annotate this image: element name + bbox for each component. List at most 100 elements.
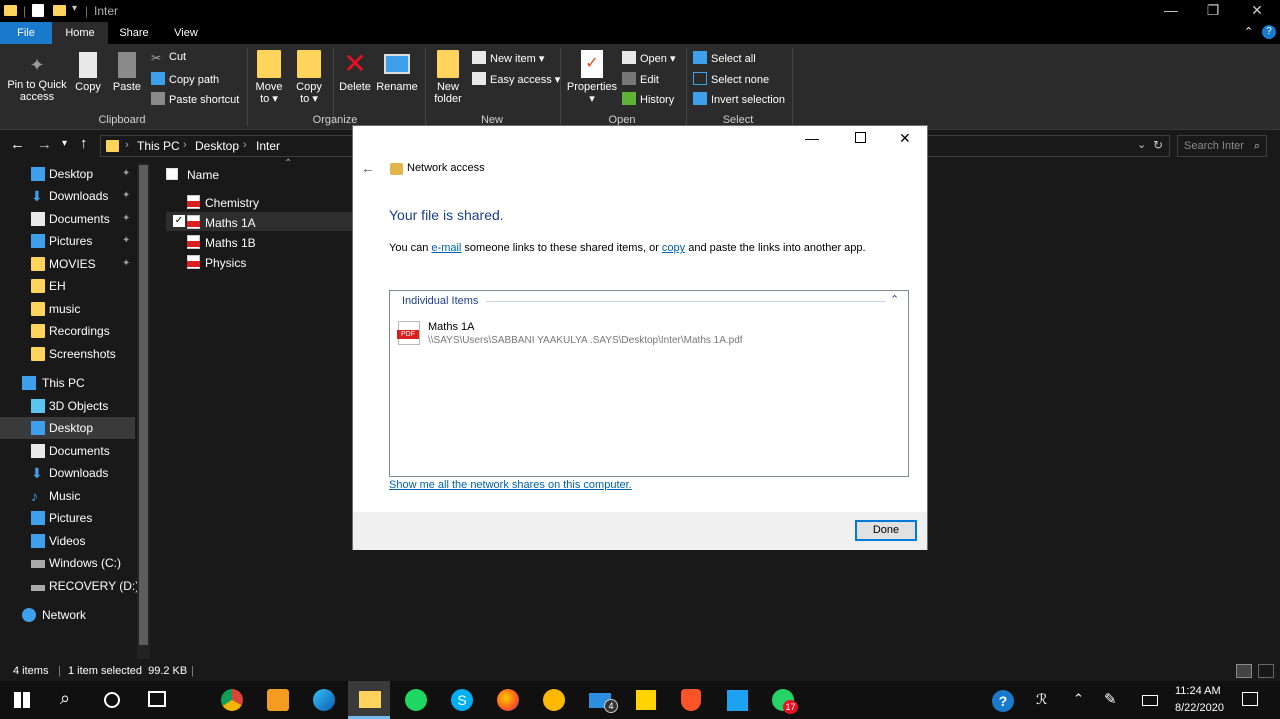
tab-file[interactable]: File [0, 22, 52, 44]
copy-link[interactable]: copy [662, 242, 685, 254]
column-header-name[interactable]: Name [187, 168, 219, 182]
tab-share[interactable]: Share [108, 22, 160, 44]
forward-arrow-icon[interactable]: → [37, 136, 52, 153]
new-folder-icon[interactable] [53, 5, 66, 16]
group-header-individual-items[interactable]: Individual Items [402, 295, 478, 307]
windows-start-icon[interactable] [14, 692, 30, 708]
invert-selection-button[interactable]: Invert selection [693, 92, 785, 106]
new-item-button[interactable]: New item ▾ [472, 51, 544, 65]
list-item[interactable]: Maths 1A [187, 215, 256, 230]
sidebar-item-music-pc[interactable]: ♪ Music [0, 485, 135, 507]
sublime-text-icon[interactable] [267, 689, 289, 711]
sidebar-item-screenshots[interactable]: Screenshots [0, 343, 135, 365]
select-all-checkbox[interactable] [166, 168, 178, 180]
touch-keyboard-icon[interactable] [1142, 695, 1158, 706]
sidebar-item-downloads-pc[interactable]: ⬇ Downloads [0, 462, 135, 484]
firefox-icon[interactable] [497, 689, 519, 711]
delete-button[interactable]: ✕ Delete [337, 50, 373, 94]
task-view-icon[interactable] [148, 691, 166, 707]
sidebar-item-desktop-pc[interactable]: Desktop [0, 417, 135, 439]
close-button[interactable]: ✕ [1234, 0, 1280, 22]
search-input[interactable]: Search Inter ⌕ [1177, 135, 1267, 157]
sidebar-item-3d-objects[interactable]: 3D Objects [0, 395, 135, 417]
collapse-ribbon-icon[interactable]: ⌃ [1244, 25, 1253, 38]
chrome-icon[interactable] [221, 689, 243, 711]
sticky-notes-icon[interactable] [636, 690, 656, 710]
weather-icon[interactable] [543, 689, 565, 711]
list-item[interactable]: Maths 1B [187, 235, 256, 250]
sidebar-item-windows-c[interactable]: Windows (C:) [0, 552, 135, 574]
done-button[interactable]: Done [855, 520, 917, 541]
search-icon[interactable]: ⌕ [60, 688, 70, 709]
sidebar-item-videos-pc[interactable]: Videos [0, 530, 135, 552]
new-folder-button[interactable]: New folder [429, 50, 467, 105]
dialog-minimize-button[interactable]: — [805, 130, 819, 146]
tab-view[interactable]: View [160, 22, 212, 44]
cortana-icon[interactable] [104, 692, 120, 708]
rename-button[interactable]: Rename [376, 50, 418, 93]
file-explorer-icon[interactable] [359, 691, 381, 708]
breadcrumb-this-pc[interactable]: This PC [137, 139, 180, 153]
tab-home[interactable]: Home [52, 22, 108, 44]
select-none-button[interactable]: Select none [693, 72, 769, 86]
collapse-group-icon[interactable]: ⌃ [890, 293, 899, 306]
show-all-network-shares-link[interactable]: Show me all the network shares on this c… [389, 479, 632, 491]
properties-button[interactable]: ✓ Properties ▾ [565, 50, 619, 105]
history-button[interactable]: History [622, 92, 674, 106]
row-checkbox-checked[interactable]: ✓ [173, 215, 185, 227]
select-all-button[interactable]: Select all [693, 51, 756, 65]
sidebar-scrollbar[interactable] [137, 163, 150, 659]
easy-access-button[interactable]: Easy access ▾ [472, 72, 560, 86]
sidebar-item-music[interactable]: music [0, 298, 135, 320]
dialog-maximize-button[interactable] [855, 132, 866, 143]
up-arrow-icon[interactable]: ↑ [80, 135, 88, 152]
pin-to-quick-access-button[interactable]: ✦ Pin to Quick access [4, 54, 70, 103]
sidebar-item-recordings[interactable]: Recordings [0, 320, 135, 342]
action-center-icon[interactable] [1242, 692, 1258, 706]
paste-button[interactable]: Paste [110, 52, 144, 93]
skype-icon[interactable]: S [451, 689, 473, 711]
sidebar-item-pictures-pc[interactable]: Pictures [0, 507, 135, 529]
twitter-icon[interactable] [727, 690, 748, 711]
edge-icon[interactable] [313, 689, 335, 711]
sidebar-item-this-pc[interactable]: This PC [0, 372, 135, 394]
edit-button[interactable]: Edit [622, 72, 659, 86]
copy-to-button[interactable]: Copy to ▾ [292, 50, 326, 105]
sidebar-item-downloads[interactable]: ⬇ Downloads ✦ [0, 185, 135, 207]
dialog-back-arrow-icon[interactable]: ← [361, 160, 375, 176]
open-button[interactable]: Open ▾ [622, 51, 676, 65]
sidebar-item-documents[interactable]: Documents ✦ [0, 208, 135, 230]
sidebar-item-pictures[interactable]: Pictures ✦ [0, 230, 135, 252]
dialog-close-button[interactable]: ✕ [899, 130, 911, 147]
copy-button[interactable]: Copy [72, 52, 104, 93]
sidebar-item-network[interactable]: Network [0, 604, 135, 626]
refresh-icon[interactable]: ↻ [1153, 138, 1163, 152]
breadcrumb-desktop[interactable]: Desktop [195, 139, 239, 153]
address-dropdown-icon[interactable]: ⌄ [1137, 138, 1146, 151]
pen-workspace-icon[interactable]: ✎ [1104, 690, 1117, 708]
brave-icon[interactable] [681, 689, 701, 711]
sidebar-item-documents-pc[interactable]: Documents [0, 440, 135, 462]
help-tray-icon[interactable]: ? [992, 690, 1014, 712]
paste-shortcut-button[interactable]: Paste shortcut [151, 92, 239, 106]
copy-path-button[interactable]: Copy path [151, 72, 219, 86]
sidebar-item-eh[interactable]: EH [0, 275, 135, 297]
cut-button[interactable]: ✂ Cut [151, 51, 186, 65]
sidebar-item-recovery-d[interactable]: RECOVERY (D:) [0, 575, 139, 597]
properties-icon[interactable] [32, 4, 44, 17]
details-view-icon[interactable] [1236, 664, 1252, 678]
sidebar-item-movies[interactable]: MOVIES ✦ [0, 253, 135, 275]
quick-access-dropdown-icon[interactable]: ▾ [72, 3, 77, 14]
show-hidden-icons-chevron-icon[interactable]: ⌃ [1073, 691, 1084, 707]
clock-date[interactable]: 8/22/2020 [1175, 702, 1224, 714]
shared-item-name[interactable]: Maths 1A [428, 321, 474, 333]
breadcrumb-inter[interactable]: Inter [256, 139, 280, 153]
minimize-button[interactable]: — [1148, 0, 1194, 22]
list-item[interactable]: Physics [187, 255, 246, 270]
large-icons-view-icon[interactable] [1258, 664, 1274, 678]
recent-locations-icon[interactable]: ▾ [62, 138, 67, 149]
back-arrow-icon[interactable]: ← [10, 136, 25, 153]
clock-time[interactable]: 11:24 AM [1175, 685, 1221, 697]
spotify-icon[interactable] [405, 689, 427, 711]
email-link[interactable]: e-mail [431, 242, 461, 254]
